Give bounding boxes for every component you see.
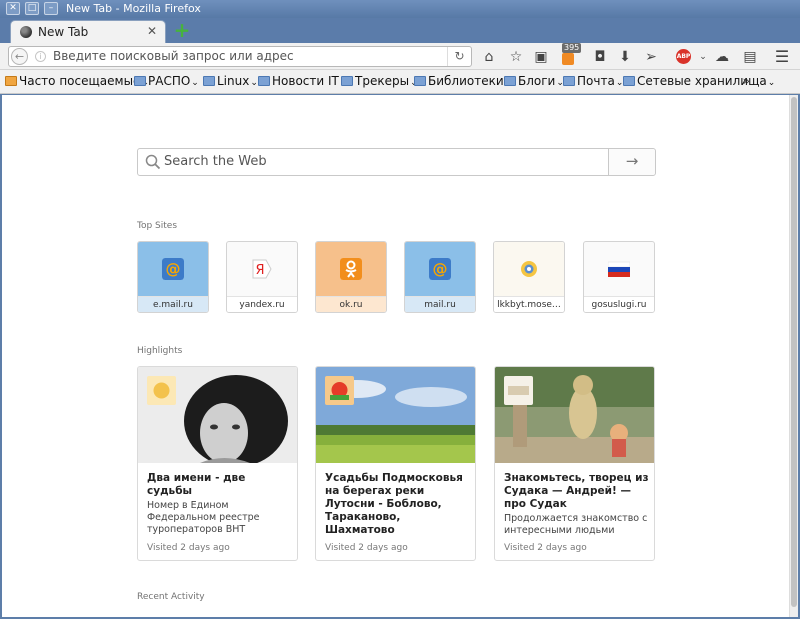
folder-icon bbox=[414, 76, 426, 86]
search-icon bbox=[145, 154, 161, 170]
yandex-icon: Я bbox=[252, 259, 272, 279]
window-title: New Tab - Mozilla Firefox bbox=[66, 2, 201, 15]
top-site-gosuslugi-ru[interactable]: gosuslugi.ru bbox=[583, 241, 655, 313]
firefox-icon bbox=[20, 26, 32, 38]
page-scrollbar[interactable] bbox=[789, 95, 798, 617]
bookmarks-overflow-button[interactable]: » bbox=[743, 74, 750, 88]
folder-icon bbox=[623, 76, 635, 86]
home-icon[interactable]: ⌂ bbox=[479, 47, 499, 67]
search-go-button[interactable]: → bbox=[608, 149, 655, 175]
reload-button[interactable]: ↻ bbox=[447, 47, 471, 66]
bookmark-folder-blogs[interactable]: Блоги⌄ bbox=[504, 74, 564, 88]
tab-new-tab[interactable]: New Tab ✕ bbox=[10, 20, 166, 43]
bookmark-folder-mail[interactable]: Почта⌄ bbox=[563, 74, 623, 88]
bookmarks-menu-icon[interactable]: ▣ bbox=[531, 47, 551, 67]
top-site-mail-ru[interactable]: @ mail.ru bbox=[404, 241, 476, 313]
folder-icon bbox=[563, 76, 575, 86]
bookmark-folder-linux[interactable]: Linux⌄ bbox=[203, 74, 258, 88]
top-site-e-mail-ru[interactable]: @ e.mail.ru bbox=[137, 241, 209, 313]
back-button[interactable]: ← bbox=[11, 48, 28, 65]
russian-flag-icon bbox=[608, 261, 630, 277]
chevron-down-icon: ⌄ bbox=[767, 78, 776, 88]
sync-icon[interactable]: ☁ bbox=[712, 47, 732, 67]
bookmark-folder-trackers[interactable]: Трекеры⌄ bbox=[341, 74, 418, 88]
top-site-lkkbyt[interactable]: lkkbyt.mose… bbox=[493, 241, 565, 313]
send-icon[interactable]: ➢ bbox=[641, 47, 661, 67]
favicon-icon bbox=[325, 376, 354, 405]
downloads-icon[interactable]: ⬇ bbox=[615, 47, 635, 67]
bookmark-star-icon[interactable]: ☆ bbox=[506, 47, 526, 67]
bookmark-folder-raspo[interactable]: РАСПО⌄ bbox=[134, 74, 199, 88]
top-sites-heading: Top Sites bbox=[137, 221, 178, 231]
mailru-icon: @ bbox=[162, 258, 184, 280]
url-input[interactable] bbox=[53, 49, 433, 63]
folder-icon bbox=[203, 76, 215, 86]
top-site-yandex-ru[interactable]: Я yandex.ru bbox=[226, 241, 298, 313]
web-search-box[interactable]: → bbox=[137, 148, 656, 176]
highlight-card[interactable]: Усадьбы Подмосковья на берегах реки Луто… bbox=[315, 366, 476, 561]
bookmark-folder-libraries[interactable]: Библиотеки⌄ bbox=[414, 74, 512, 88]
scrollbar-thumb[interactable] bbox=[791, 97, 797, 607]
orange-folder-icon bbox=[5, 76, 17, 86]
mailru-icon: @ bbox=[429, 258, 451, 280]
close-tab-icon[interactable]: ✕ bbox=[147, 24, 157, 38]
new-tab-page: → Top Sites @ e.mail.ru Я yandex.ru bbox=[2, 95, 789, 617]
window-titlebar: ✕ □ – New Tab - Mozilla Firefox bbox=[0, 0, 800, 18]
search-input[interactable] bbox=[164, 154, 604, 169]
pocket-icon[interactable]: ◘ bbox=[590, 47, 610, 67]
folder-icon bbox=[504, 76, 516, 86]
maximize-window-button[interactable]: □ bbox=[25, 2, 39, 15]
hamburger-menu-icon[interactable]: ☰ bbox=[772, 47, 792, 67]
reader-icon[interactable]: ▤ bbox=[740, 47, 760, 67]
highlight-card[interactable]: Знакомьтесь, творец из Судака — Андрей! … bbox=[494, 366, 655, 561]
bookmark-folder-it-news[interactable]: Новости IT⌄ bbox=[258, 74, 347, 88]
adblock-menu-chevron-icon[interactable]: ⌄ bbox=[693, 47, 713, 67]
chevron-down-icon: ⌄ bbox=[250, 78, 258, 88]
highlight-card[interactable]: Два имени - две судьбы Номер в Едином Фе… bbox=[137, 366, 298, 561]
feed-count-badge: 395 bbox=[562, 43, 582, 53]
tab-label: New Tab bbox=[38, 25, 89, 39]
folder-icon bbox=[341, 76, 353, 86]
new-tab-button[interactable]: + bbox=[172, 20, 192, 41]
sun-emblem-icon bbox=[521, 261, 537, 277]
site-info-icon[interactable]: i bbox=[35, 51, 46, 62]
folder-icon bbox=[134, 76, 146, 86]
recent-activity-heading: Recent Activity bbox=[137, 592, 205, 602]
favicon-icon bbox=[147, 376, 176, 405]
close-window-button[interactable]: ✕ bbox=[6, 2, 20, 15]
adblock-plus-icon[interactable]: ABP bbox=[676, 49, 691, 64]
top-site-ok-ru[interactable]: ok.ru bbox=[315, 241, 387, 313]
highlights-heading: Highlights bbox=[137, 346, 183, 356]
navigation-toolbar: ← i ↻ ⌂ ☆ ▣ 395 ◘ ⬇ ➢ ABP ⌄ ☁ ▤ ☰ bbox=[0, 43, 800, 70]
odnoklassniki-icon bbox=[340, 258, 362, 280]
svg-text:Я: Я bbox=[255, 263, 264, 278]
folder-icon bbox=[258, 76, 270, 86]
favicon-icon bbox=[504, 376, 533, 405]
rss-feed-icon[interactable] bbox=[562, 53, 574, 65]
bookmark-folder-frequent[interactable]: Часто посещаемые⌄ bbox=[5, 74, 149, 88]
svg-text:@: @ bbox=[433, 260, 448, 278]
chevron-down-icon: ⌄ bbox=[191, 78, 199, 88]
bookmark-folder-network-storage[interactable]: Сетевые хранилища⌄ bbox=[623, 74, 775, 88]
url-bar[interactable]: ← i ↻ bbox=[8, 46, 472, 67]
tab-strip: New Tab ✕ + bbox=[0, 18, 800, 43]
minimize-window-button[interactable]: – bbox=[44, 2, 58, 15]
svg-text:@: @ bbox=[166, 260, 181, 278]
bookmarks-toolbar: Часто посещаемые⌄ РАСПО⌄ Linux⌄ Новости … bbox=[0, 70, 800, 94]
